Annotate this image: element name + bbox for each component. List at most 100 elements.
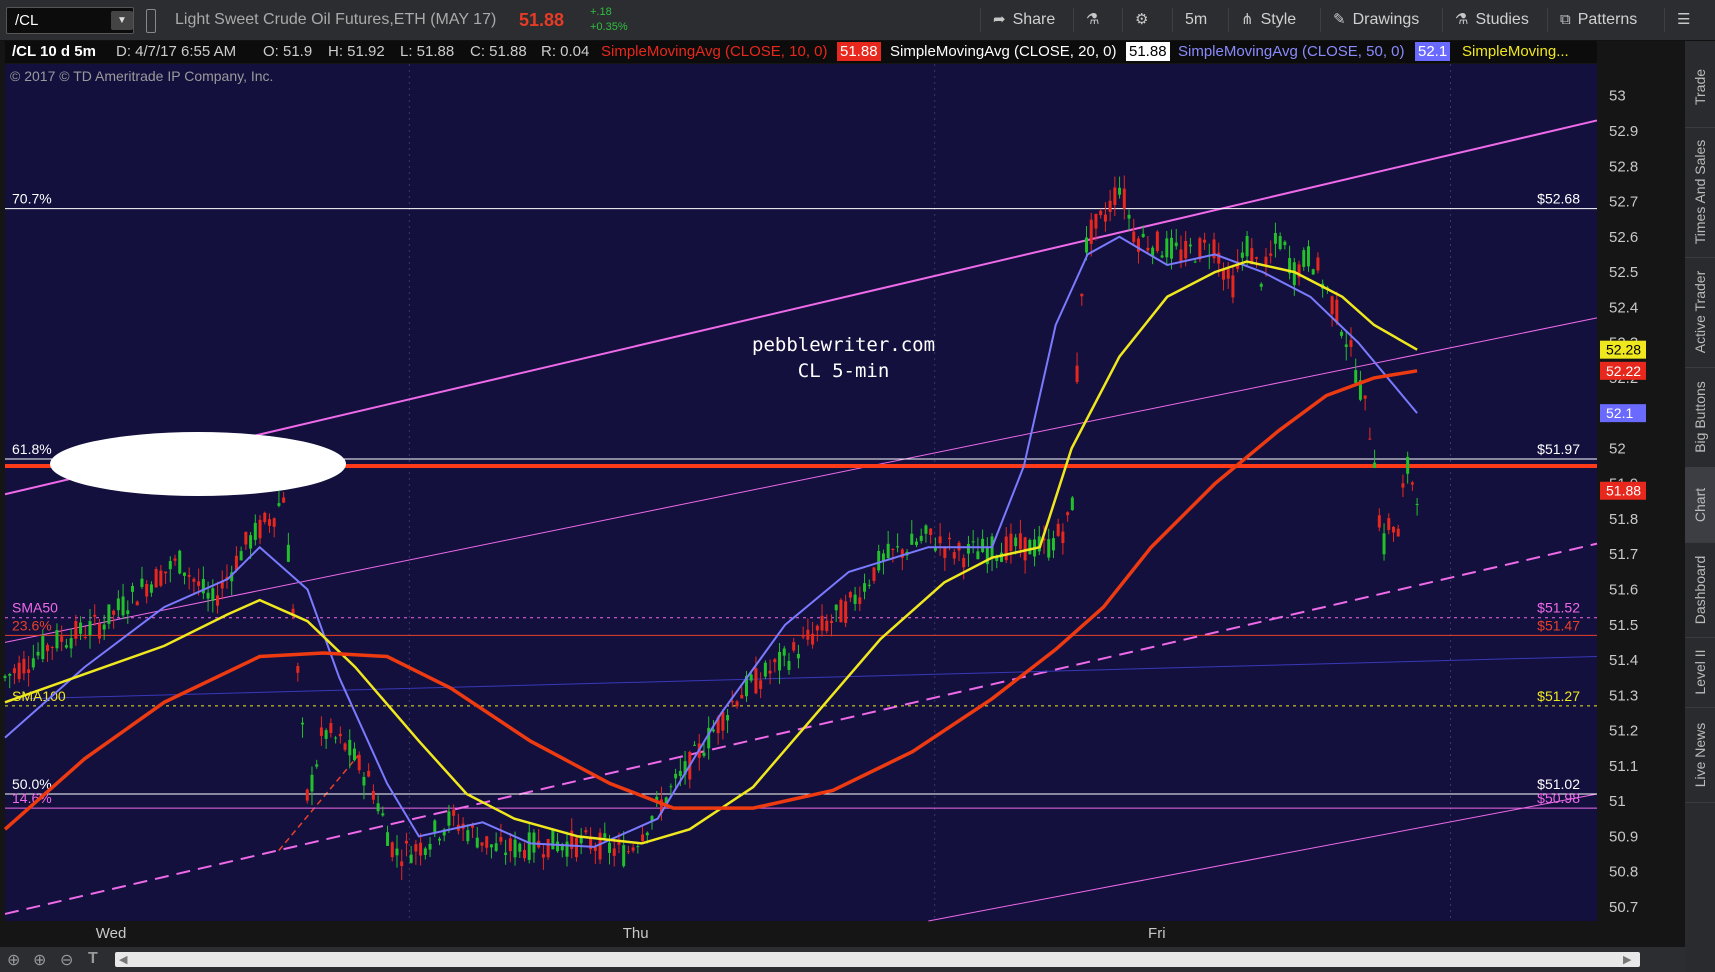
candle-body bbox=[348, 739, 352, 756]
sidebar-tab-big-buttons[interactable]: Big Buttons bbox=[1685, 367, 1715, 468]
candle-body bbox=[641, 834, 645, 842]
candle-body bbox=[853, 594, 857, 604]
candle-body bbox=[962, 557, 966, 568]
time-scrollbar[interactable]: ◀ ▶ bbox=[115, 952, 1640, 967]
zoom-in-icon[interactable]: ⊕ bbox=[33, 950, 46, 970]
chart-watermark: pebblewriter.com CL 5-min bbox=[752, 332, 935, 384]
price-tag-label: 51.88 bbox=[1606, 483, 1641, 499]
candle-body bbox=[1127, 214, 1131, 219]
sidebar-tab-label: Dashboard bbox=[1692, 555, 1708, 624]
candle-body bbox=[286, 544, 290, 562]
candle-body bbox=[1363, 395, 1367, 399]
candle-body bbox=[404, 840, 408, 844]
candle-body bbox=[55, 630, 59, 649]
sidebar-tab-active-trader[interactable]: Active Trader bbox=[1685, 257, 1715, 368]
text-tool-icon[interactable]: T bbox=[88, 950, 98, 968]
candle-body bbox=[1014, 537, 1018, 547]
candle-body bbox=[31, 658, 35, 668]
candle-body bbox=[173, 558, 177, 561]
candle-body bbox=[1184, 240, 1188, 259]
candle-body bbox=[730, 701, 734, 703]
candle-body bbox=[296, 666, 300, 673]
candle-body bbox=[334, 737, 338, 739]
candle-body bbox=[263, 512, 267, 523]
candle-body bbox=[319, 727, 323, 736]
candle-body bbox=[386, 832, 390, 846]
candle-body bbox=[480, 842, 484, 846]
candle-body bbox=[154, 569, 158, 588]
candle-body bbox=[948, 537, 952, 540]
candle-body bbox=[41, 636, 45, 660]
candle-body bbox=[234, 555, 238, 571]
candle-body bbox=[1066, 512, 1070, 516]
scroll-right-icon[interactable]: ▶ bbox=[1623, 953, 1631, 966]
candle-body bbox=[811, 633, 815, 645]
level-label: SMA50 bbox=[12, 600, 58, 616]
y-tick-label: 51.6 bbox=[1609, 581, 1638, 598]
candle-body bbox=[485, 836, 489, 848]
y-tick-label: 51.8 bbox=[1609, 511, 1638, 528]
candle-body bbox=[1382, 533, 1386, 555]
candle-body bbox=[489, 844, 493, 848]
candle-body bbox=[1255, 257, 1259, 259]
candle-body bbox=[508, 838, 512, 852]
candle-body bbox=[754, 668, 758, 694]
y-tick-label: 50.7 bbox=[1609, 899, 1638, 916]
candle-body bbox=[943, 547, 947, 558]
level-label: 23.6% bbox=[12, 617, 52, 633]
candle-body bbox=[352, 748, 356, 761]
candle-body bbox=[267, 519, 271, 526]
sidebar-tab-trade[interactable]: Trade bbox=[1685, 47, 1715, 128]
crosshair-icon[interactable]: ⊕ bbox=[7, 950, 20, 970]
sidebar-tab-times-and-sales[interactable]: Times And Sales bbox=[1685, 127, 1715, 258]
candle-body bbox=[966, 543, 970, 554]
scroll-left-icon[interactable]: ◀ bbox=[119, 953, 127, 966]
candle-body bbox=[556, 841, 560, 852]
sidebar-tab-level-ii[interactable]: Level II bbox=[1685, 637, 1715, 708]
candle-body bbox=[1099, 210, 1103, 216]
candle-body bbox=[565, 841, 569, 857]
candle-body bbox=[182, 572, 186, 576]
candle-body bbox=[395, 848, 399, 856]
candle-body bbox=[93, 614, 97, 617]
candle-body bbox=[1311, 269, 1315, 275]
candle-body bbox=[815, 625, 819, 631]
candle-body bbox=[433, 820, 437, 833]
level-value: $52.68 bbox=[1537, 191, 1580, 207]
candle-body bbox=[494, 843, 498, 851]
zoom-out-icon[interactable]: ⊖ bbox=[60, 950, 73, 970]
candle-body bbox=[1283, 241, 1287, 246]
candle-body bbox=[782, 648, 786, 656]
candle-body bbox=[523, 850, 527, 859]
candle-body bbox=[617, 842, 621, 845]
candle-body bbox=[1179, 249, 1183, 262]
candle-body bbox=[1103, 214, 1107, 222]
candle-body bbox=[1396, 528, 1400, 537]
candle-body bbox=[277, 503, 281, 506]
x-tick-label: Wed bbox=[96, 925, 127, 942]
candle-body bbox=[792, 642, 796, 651]
candle-body bbox=[1335, 299, 1339, 323]
candle-body bbox=[1188, 244, 1192, 247]
sidebar-tab-chart[interactable]: Chart bbox=[1685, 467, 1715, 543]
sidebar-tab-live-news[interactable]: Live News bbox=[1685, 707, 1715, 803]
price-chart[interactable]: 5352.952.852.752.652.552.452.352.252.152… bbox=[0, 0, 1715, 972]
y-tick-label: 52.4 bbox=[1609, 299, 1638, 316]
candle-body bbox=[343, 743, 347, 750]
candle-body bbox=[551, 829, 555, 850]
candle-body bbox=[116, 598, 120, 611]
candle-body bbox=[631, 847, 635, 851]
candle-body bbox=[305, 789, 309, 801]
candle-body bbox=[159, 570, 163, 586]
candle-body bbox=[919, 535, 923, 541]
candle-body bbox=[499, 836, 503, 842]
candle-body bbox=[22, 658, 26, 674]
candle-body bbox=[419, 842, 423, 856]
sidebar-tab-dashboard[interactable]: Dashboard bbox=[1685, 542, 1715, 638]
candle-body bbox=[8, 673, 12, 676]
candle-body bbox=[1141, 233, 1145, 238]
candle-body bbox=[1080, 293, 1084, 297]
candle-body bbox=[749, 674, 753, 681]
y-tick-label: 52.9 bbox=[1609, 123, 1638, 140]
candle-body bbox=[60, 636, 64, 642]
